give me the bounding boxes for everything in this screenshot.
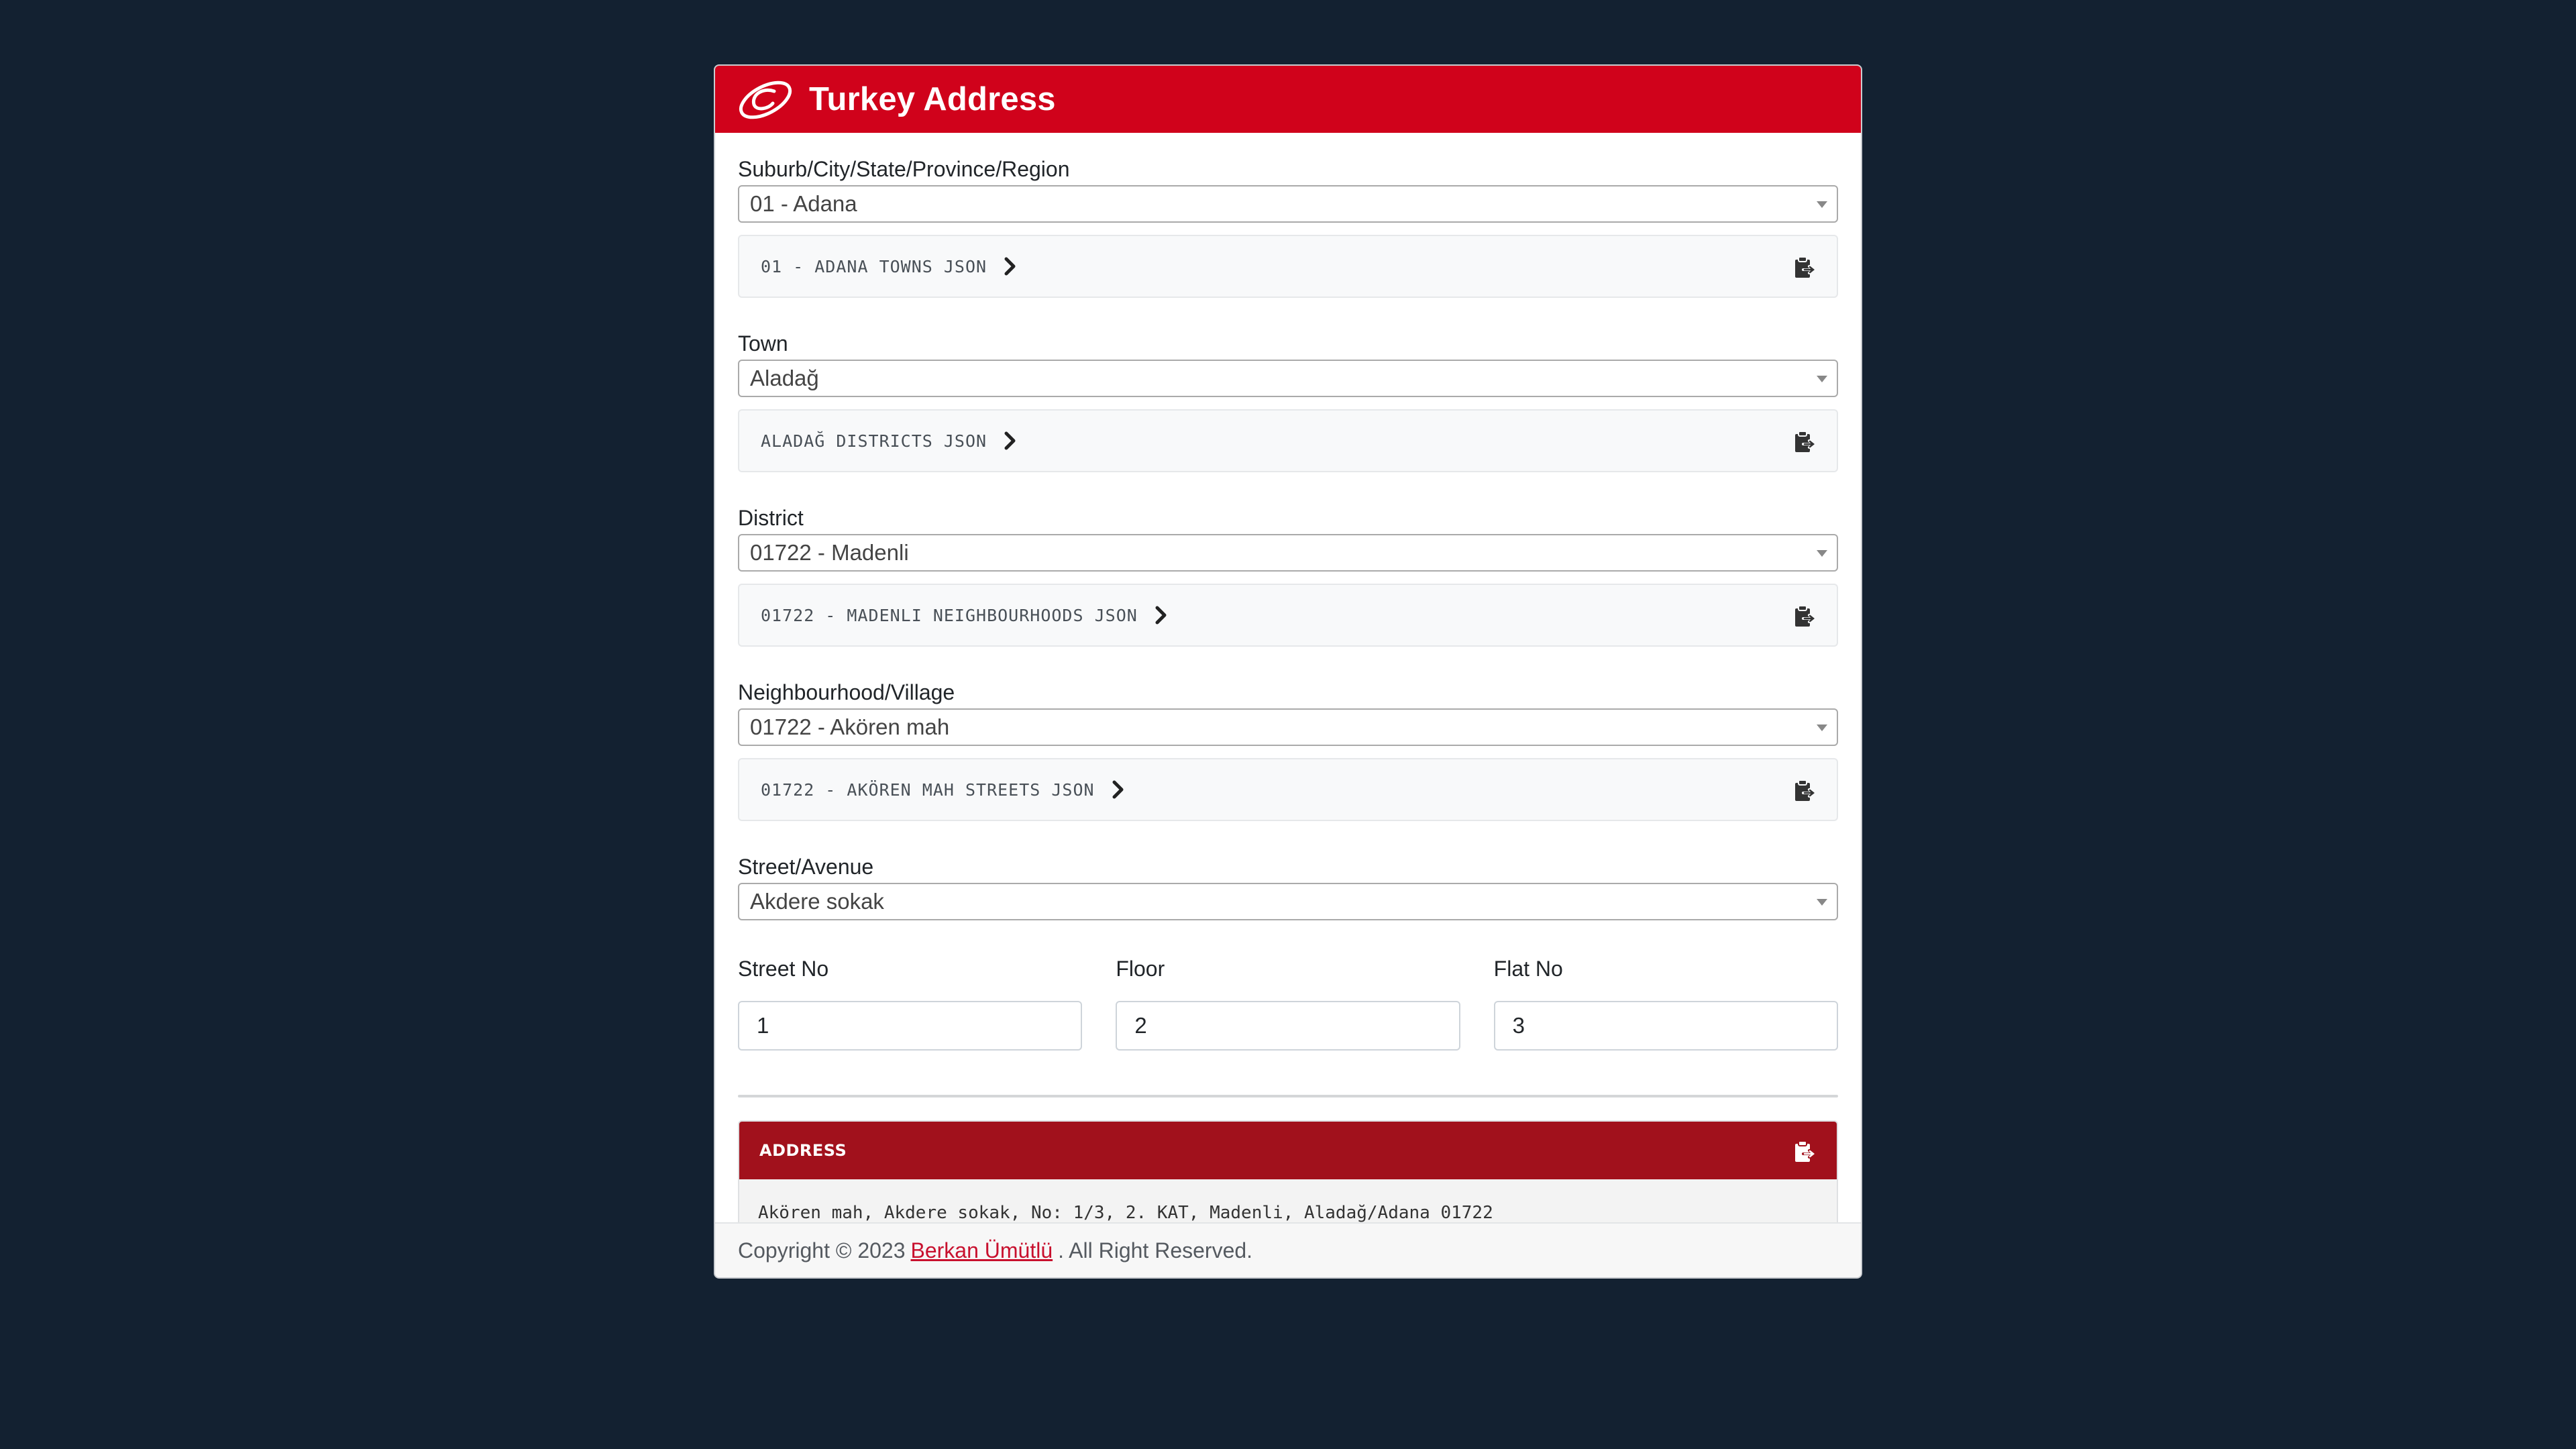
street-selected-value: Akdere sokak xyxy=(750,889,884,914)
province-select[interactable]: 01 - Adana xyxy=(738,185,1838,223)
footer: Copyright © 2023 Berkan Ümütlü . All Rig… xyxy=(715,1222,1861,1277)
clipboard-copy-icon[interactable] xyxy=(1794,1140,1815,1163)
flat-no-group: Flat No 3 xyxy=(1493,955,1838,1051)
street-group: Street/Avenue Akdere sokak xyxy=(738,853,1838,920)
author-link[interactable]: Berkan Ümütlü xyxy=(911,1238,1053,1263)
district-json-link[interactable]: 01722 - MADENLI NEIGHBOURHOODS JSON xyxy=(761,606,1138,625)
district-selected-value: 01722 - Madenli xyxy=(750,540,909,565)
town-select[interactable]: Aladağ xyxy=(738,360,1838,397)
floor-input[interactable]: 2 xyxy=(1116,1001,1460,1051)
chevron-down-icon xyxy=(1817,376,1827,382)
clipboard-copy-icon[interactable] xyxy=(1794,256,1815,279)
province-label: Suburb/City/State/Province/Region xyxy=(738,157,1070,181)
chevron-down-icon xyxy=(1817,899,1827,906)
divider xyxy=(738,1095,1838,1097)
copyright-text: Copyright © 2023 xyxy=(738,1238,906,1263)
address-card: Turkey Address Suburb/City/State/Provinc… xyxy=(714,64,1862,1279)
district-group: District 01722 - Madenli 01722 - MADENLI… xyxy=(738,504,1838,647)
card-header: Turkey Address xyxy=(715,66,1861,133)
address-title: ADDRESS xyxy=(759,1141,847,1160)
street-no-input[interactable]: 1 xyxy=(738,1001,1083,1051)
rights-text: . All Right Reserved. xyxy=(1058,1238,1253,1263)
ptt-logo xyxy=(739,80,792,119)
neighbourhood-label: Neighbourhood/Village xyxy=(738,680,955,704)
town-json-bar: ALADAĞ DISTRICTS JSON xyxy=(738,409,1838,472)
chevron-down-icon xyxy=(1817,201,1827,208)
neighbourhood-json-bar: 01722 - AKÖREN MAH STREETS JSON xyxy=(738,758,1838,821)
clipboard-copy-icon[interactable] xyxy=(1794,780,1815,802)
flat-no-input[interactable]: 3 xyxy=(1493,1001,1838,1051)
town-group: Town Aladağ ALADAĞ DISTRICTS JSON xyxy=(738,330,1838,472)
chevron-right-icon[interactable] xyxy=(1111,780,1126,800)
floor-group: Floor 2 xyxy=(1116,955,1460,1051)
street-no-group: Street No 1 xyxy=(738,955,1083,1051)
floor-label: Floor xyxy=(1116,957,1165,981)
district-label: District xyxy=(738,506,804,530)
chevron-right-icon[interactable] xyxy=(1154,605,1169,625)
chevron-right-icon[interactable] xyxy=(1003,256,1018,276)
street-label: Street/Avenue xyxy=(738,855,874,879)
neighbourhood-selected-value: 01722 - Akören mah xyxy=(750,714,950,739)
province-json-bar: 01 - ADANA TOWNS JSON xyxy=(738,235,1838,298)
flat-no-label: Flat No xyxy=(1493,957,1563,981)
number-fields-row: Street No 1 Floor 2 Flat No 3 xyxy=(738,955,1838,1051)
chevron-down-icon xyxy=(1817,724,1827,731)
neighbourhood-json-link[interactable]: 01722 - AKÖREN MAH STREETS JSON xyxy=(761,780,1095,800)
district-json-bar: 01722 - MADENLI NEIGHBOURHOODS JSON xyxy=(738,584,1838,647)
town-json-link[interactable]: ALADAĞ DISTRICTS JSON xyxy=(761,431,987,451)
chevron-right-icon[interactable] xyxy=(1003,431,1018,451)
neighbourhood-select[interactable]: 01722 - Akören mah xyxy=(738,708,1838,746)
town-label: Town xyxy=(738,331,788,356)
street-no-label: Street No xyxy=(738,957,829,981)
province-selected-value: 01 - Adana xyxy=(750,191,857,216)
province-json-link[interactable]: 01 - ADANA TOWNS JSON xyxy=(761,257,987,276)
chevron-down-icon xyxy=(1817,550,1827,557)
card-body: Suburb/City/State/Province/Region 01 - A… xyxy=(715,133,1861,1248)
clipboard-copy-icon[interactable] xyxy=(1794,605,1815,628)
district-select[interactable]: 01722 - Madenli xyxy=(738,534,1838,572)
town-selected-value: Aladağ xyxy=(750,366,819,390)
page-title: Turkey Address xyxy=(809,81,1056,117)
clipboard-copy-icon[interactable] xyxy=(1794,431,1815,453)
address-header: ADDRESS xyxy=(739,1122,1837,1179)
province-group: Suburb/City/State/Province/Region 01 - A… xyxy=(738,156,1838,298)
neighbourhood-group: Neighbourhood/Village 01722 - Akören mah… xyxy=(738,679,1838,821)
street-select[interactable]: Akdere sokak xyxy=(738,883,1838,920)
